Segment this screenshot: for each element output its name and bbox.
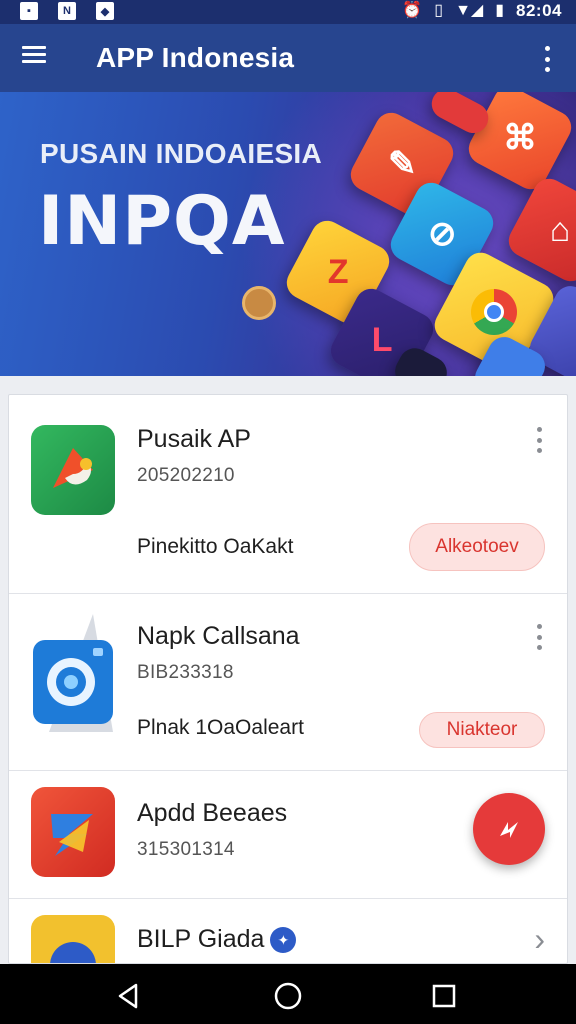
coin-icon bbox=[242, 286, 276, 320]
banner-subtitle: PUSAIN INDOAIESIA bbox=[40, 138, 323, 169]
back-icon[interactable] bbox=[108, 976, 148, 1016]
more-vert-icon[interactable] bbox=[535, 624, 543, 650]
home-icon[interactable] bbox=[268, 976, 308, 1016]
share-icon bbox=[500, 822, 518, 838]
banner-title: INPQA bbox=[38, 182, 286, 261]
battery-icon: ▮ bbox=[495, 2, 505, 19]
vibrate-icon: ▯ bbox=[434, 2, 444, 19]
list-item[interactable]: Pusaik AP 205202210 Pinekitto OaKakt Alk… bbox=[9, 395, 567, 594]
green-play-app-icon bbox=[31, 425, 115, 515]
action-button[interactable]: Alkeotoev bbox=[409, 523, 545, 571]
screen: ▪ N ◆ ⏰ ▯ ▼◢ ▮ 82:04 APP Indonesia PUSAI… bbox=[0, 0, 576, 1024]
alarm-icon: ⏰ bbox=[402, 2, 423, 19]
app-notification-icon: ▪ bbox=[20, 2, 38, 20]
list-item[interactable]: BILP Giada ✦ › bbox=[9, 899, 567, 963]
nfc-icon: N bbox=[58, 2, 76, 20]
blue-camera-app-icon bbox=[29, 614, 119, 750]
status-time: 82:04 bbox=[516, 1, 562, 20]
more-vert-icon[interactable] bbox=[536, 44, 558, 74]
verified-badge-icon: ✦ bbox=[270, 927, 297, 954]
red-bolt-app-icon bbox=[31, 787, 115, 877]
app-name: BILP Giada bbox=[137, 925, 265, 953]
status-bar: ▪ N ◆ ⏰ ▯ ▼◢ ▮ 82:04 bbox=[0, 0, 576, 24]
app-code: BIB233318 bbox=[137, 662, 234, 683]
yellow-blue-app-icon bbox=[31, 915, 115, 963]
app-name: Apdd Beeaes bbox=[137, 799, 288, 827]
system-nav-bar bbox=[0, 964, 576, 1024]
action-button[interactable]: Niakteor bbox=[419, 712, 545, 748]
shield-notification-icon: ◆ bbox=[96, 2, 114, 20]
list-item[interactable]: Napk Callsana BIB233318 Plnak 1OaOaleart… bbox=[9, 594, 567, 771]
app-code: 205202210 bbox=[137, 465, 235, 486]
app-code: 315301314 bbox=[137, 839, 235, 860]
hamburger-menu-icon[interactable] bbox=[22, 42, 52, 72]
list-item[interactable]: Apdd Beeaes 315301314 bbox=[9, 771, 567, 899]
app-list: Pusaik AP 205202210 Pinekitto OaKakt Alk… bbox=[8, 394, 568, 964]
more-vert-icon[interactable] bbox=[535, 427, 543, 453]
app-name: Napk Callsana bbox=[137, 622, 300, 650]
app-title: APP Indonesia bbox=[96, 42, 295, 73]
chevron-right-icon[interactable]: › bbox=[534, 921, 545, 958]
share-fab-button[interactable] bbox=[473, 793, 545, 865]
app-bar: APP Indonesia bbox=[0, 24, 576, 92]
app-description: Pinekitto OaKakt bbox=[137, 535, 294, 558]
signal-icon: ▼◢ bbox=[455, 2, 484, 19]
app-name-row: BILP Giada ✦ bbox=[137, 925, 297, 954]
promo-banner[interactable]: PUSAIN INDOAIESIA INPQA ✎ ⌘ ⊘ ⌂ Z L bbox=[0, 92, 576, 376]
recents-icon[interactable] bbox=[424, 976, 464, 1016]
app-description: Plnak 1OaOaleart bbox=[137, 716, 304, 739]
app-name: Pusaik AP bbox=[137, 425, 251, 453]
